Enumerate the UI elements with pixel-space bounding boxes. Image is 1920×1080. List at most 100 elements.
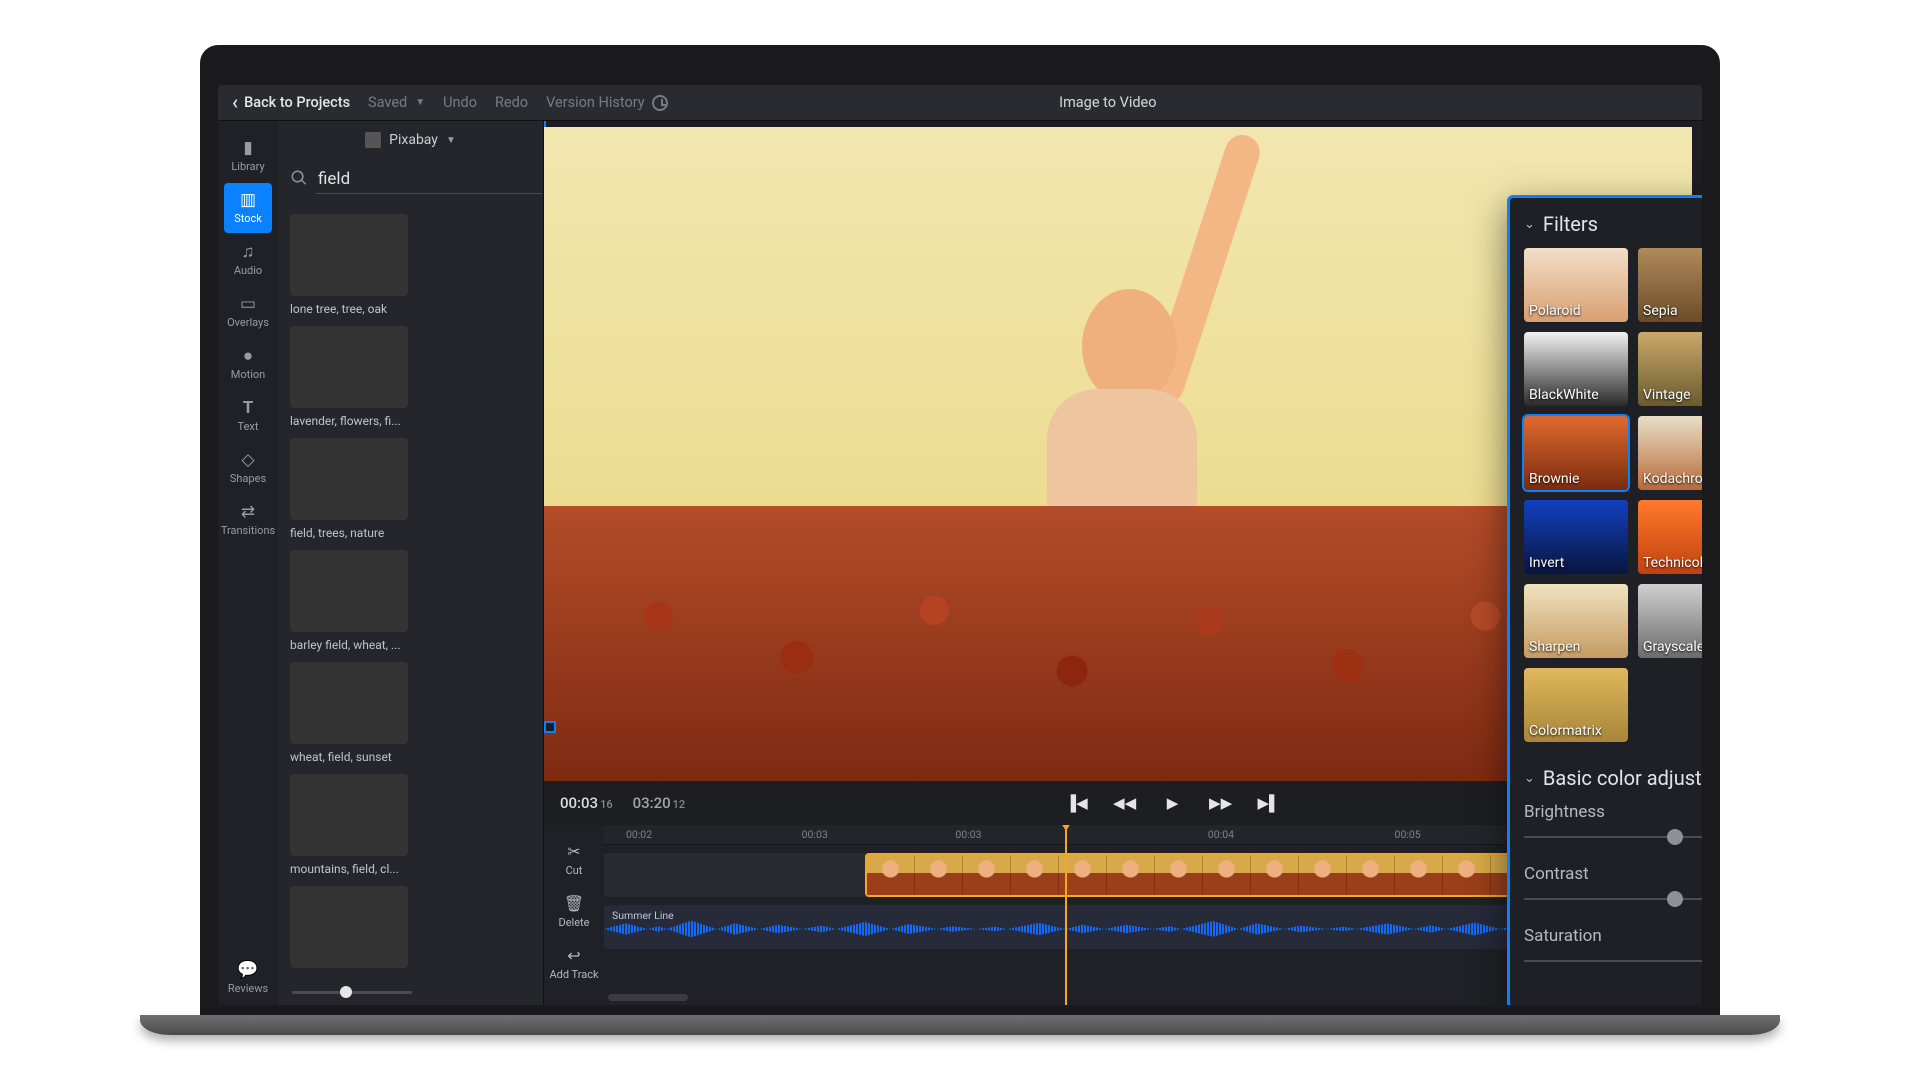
nav-reviews[interactable]: 💬Reviews [224,953,272,1003]
transitions-icon: ⇄ [241,503,255,521]
filter-sepia[interactable]: Sepia [1638,248,1702,322]
thumbnail-caption: mountains, field, cl... [290,862,408,876]
saturation-slider[interactable] [1524,960,1702,962]
adjustments-title: Basic color adjustments [1543,766,1702,790]
filter-label: Grayscale [1638,636,1702,658]
thumbnail-caption: lone tree, tree, oak [290,302,408,316]
filter-polaroid[interactable]: Polaroid [1524,248,1628,322]
filter-brownie[interactable]: Brownie [1524,416,1628,490]
thumbnail-image [290,214,408,296]
stock-thumbnail[interactable]: wheat, field, sunset [290,662,408,764]
skip-start-button[interactable]: ▐◀ [1063,789,1091,817]
history-icon [652,95,668,111]
filter-kodachrome[interactable]: Kodachrome [1638,416,1702,490]
nav-audio[interactable]: ♫Audio [224,235,272,285]
nav-shapes[interactable]: ◇Shapes [224,443,272,493]
thumbnail-zoom-slider[interactable] [278,971,543,1005]
filter-label: Kodachrome [1638,468,1702,490]
undo-button[interactable]: Undo [443,94,477,111]
filter-invert[interactable]: Invert [1524,500,1628,574]
filter-label: Sepia [1638,300,1702,322]
add-track-button[interactable]: ↩Add Track [549,937,599,989]
rewind-button[interactable]: ◀◀ [1111,789,1139,817]
zoom-track [292,991,412,994]
nav-library[interactable]: ▮Library [224,131,272,181]
contrast-handle[interactable] [1667,891,1683,907]
chevron-down-icon: ▼ [446,135,456,146]
laptop-base [140,1015,1780,1035]
timecode-current: 00:0316 [560,794,613,812]
stock-thumbnail[interactable]: lavender, flowers, fi... [290,326,408,428]
delete-button[interactable]: 🗑Delete [549,885,599,937]
filter-label: Technicolor [1638,552,1702,574]
version-history-button[interactable]: Version History [546,94,668,111]
filter-sharpen[interactable]: Sharpen [1524,584,1628,658]
search-icon [290,169,308,191]
nav-transitions[interactable]: ⇄Transitions [224,495,272,545]
filter-label: Invert [1524,552,1628,574]
selection-handle[interactable] [544,721,556,733]
adjustments-section-header[interactable]: ⌄ Basic color adjustments [1524,766,1702,790]
brightness-adjustment: Brightness100 ↺ [1524,802,1702,846]
play-button[interactable]: ▶ [1159,789,1187,817]
thumbnail-image [290,886,408,968]
motion-icon: ● [243,347,253,365]
filter-grayscale[interactable]: Grayscale [1638,584,1702,658]
redo-button[interactable]: Redo [495,94,528,111]
ruler-tick: 00:03 [802,828,828,841]
skip-end-button[interactable]: ▶▌ [1255,789,1283,817]
nav-overlays[interactable]: ▭Overlays [224,287,272,337]
chevron-down-icon: ⌄ [1524,771,1535,786]
ruler-tick: 00:04 [1208,828,1234,841]
shapes-icon: ◇ [241,451,254,469]
nav-motion[interactable]: ●Motion [224,339,272,389]
cut-button[interactable]: ✂Cut [549,833,599,885]
filter-colormatrix[interactable]: Colormatrix [1524,668,1628,742]
chevron-left-icon [232,92,238,113]
stock-thumbnail[interactable]: lone tree, tree, oak [290,214,408,316]
overlay-icon: ▭ [240,295,256,313]
thumbnail-caption: barley field, wheat, ... [290,638,408,652]
brightness-slider[interactable] [1524,836,1702,838]
forward-button[interactable]: ▶▶ [1207,789,1235,817]
side-nav: ▮Library ▥Stock ♫Audio ▭Overlays ●Motion… [218,121,278,1005]
zoom-handle[interactable] [340,986,352,998]
nav-stock[interactable]: ▥Stock [224,183,272,233]
stock-thumbnail[interactable]: field, trees, nature [290,438,408,540]
brightness-handle[interactable] [1667,829,1683,845]
timeline-scrollbar[interactable] [608,994,688,1001]
stock-panel: Pixabay ▼ ▼ ⇅ lone tree, tree, oak lavend… [278,121,544,1005]
music-note-icon: ♫ [242,243,255,261]
playhead[interactable] [1065,825,1067,1005]
ruler-tick: 00:03 [955,828,981,841]
thumbnail-image [290,774,408,856]
thumbnail-caption: wheat, field, sunset [290,750,408,764]
audio-clip-name: Summer Line [612,909,674,922]
search-input[interactable] [316,165,542,194]
contrast-label: Contrast [1524,864,1589,884]
filters-section-header[interactable]: ⌄ Filters [1524,212,1702,236]
stock-thumbnail[interactable] [290,886,408,971]
back-to-projects-button[interactable]: Back to Projects [232,92,350,113]
nav-text[interactable]: TText [224,391,272,441]
stock-search-row: ▼ ⇅ [278,159,543,204]
saturation-adjustment: Saturation100 ↺ [1524,926,1702,970]
text-icon: T [243,399,254,417]
filter-vintage[interactable]: Vintage [1638,332,1702,406]
chevron-down-icon: ⌄ [1524,217,1535,232]
stock-thumbnail[interactable]: mountains, field, cl... [290,774,408,876]
thumbnail-image [290,550,408,632]
filter-technicolor[interactable]: Technicolor [1638,500,1702,574]
back-label: Back to Projects [244,94,350,111]
stock-thumbnail[interactable]: barley field, wheat, ... [290,550,408,652]
save-caret-icon[interactable]: ▼ [415,97,425,108]
version-history-label: Version History [546,94,645,111]
ruler-tick: 00:05 [1395,828,1421,841]
timecode-duration: 03:2012 [633,794,686,812]
contrast-slider[interactable] [1524,898,1702,900]
filter-label: Brownie [1524,468,1628,490]
thumbnail-caption: lavender, flowers, fi... [290,414,408,428]
filter-blackwhite[interactable]: BlackWhite [1524,332,1628,406]
stock-source-selector[interactable]: Pixabay ▼ [278,121,543,159]
save-status[interactable]: Saved [368,94,407,111]
